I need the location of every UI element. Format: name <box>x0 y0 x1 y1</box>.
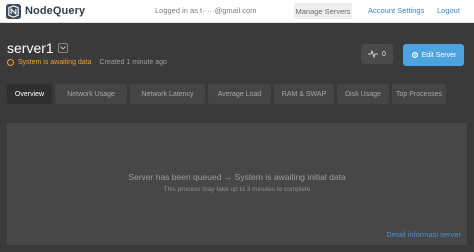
page: NodeQuery Logged in as t·····@gmail.com … <box>0 0 474 252</box>
status-text: System is awaiting data <box>18 59 92 66</box>
nodequery-logo-icon <box>6 3 21 19</box>
top-navbar: NodeQuery Logged in as t·····@gmail.com … <box>0 0 474 23</box>
server-name: server1 <box>7 40 54 56</box>
overview-panel: Server has been queued → System is await… <box>7 123 467 245</box>
created-time: Created 1 minute ago <box>99 59 167 66</box>
edit-server-label: Edit Server <box>421 51 457 59</box>
brand[interactable]: NodeQuery <box>6 3 85 19</box>
manage-servers-button[interactable]: Manage Servers <box>294 3 352 19</box>
pulse-icon <box>368 50 379 58</box>
tab-network-latency[interactable]: Network Latency <box>130 84 205 104</box>
logged-in-info: Logged in as t·····@gmail.com <box>155 6 256 15</box>
logged-in-prefix: Logged in as <box>155 6 198 15</box>
logged-in-email: t·····@gmail.com <box>200 6 257 15</box>
status-ring-icon <box>7 59 14 66</box>
tab-overview[interactable]: Overview <box>7 84 52 104</box>
tab-disk-usage[interactable]: Disk Usage <box>337 84 389 104</box>
process-message: This process may take up to 3 minutes to… <box>163 186 311 193</box>
tab-top-processes[interactable]: Top Processes <box>392 84 446 104</box>
tab-bar: Overview Network Usage Network Latency A… <box>7 84 446 104</box>
chevron-down-icon[interactable] <box>57 43 68 53</box>
tab-ram-swap[interactable]: RAM & SWAP <box>274 84 334 104</box>
brand-name: NodeQuery <box>25 5 86 17</box>
pulse-count: 0 <box>382 50 386 58</box>
detail-info-link[interactable]: Detail informasi server <box>386 230 461 239</box>
tab-average-load[interactable]: Average Load <box>208 84 271 104</box>
logout-link[interactable]: Logout <box>437 6 460 15</box>
queued-message: Server has been queued → System is await… <box>128 172 346 182</box>
server-title: server1 <box>7 40 68 56</box>
status-line: System is awaiting data Created 1 minute… <box>7 59 167 66</box>
account-settings-link[interactable]: Account Settings <box>368 6 424 15</box>
pulse-button[interactable]: 0 <box>361 44 393 64</box>
gear-icon <box>411 51 418 59</box>
edit-server-button[interactable]: Edit Server <box>403 44 464 66</box>
tab-network-usage[interactable]: Network Usage <box>55 84 127 104</box>
server-header: server1 System is awaiting data Created … <box>0 23 474 81</box>
